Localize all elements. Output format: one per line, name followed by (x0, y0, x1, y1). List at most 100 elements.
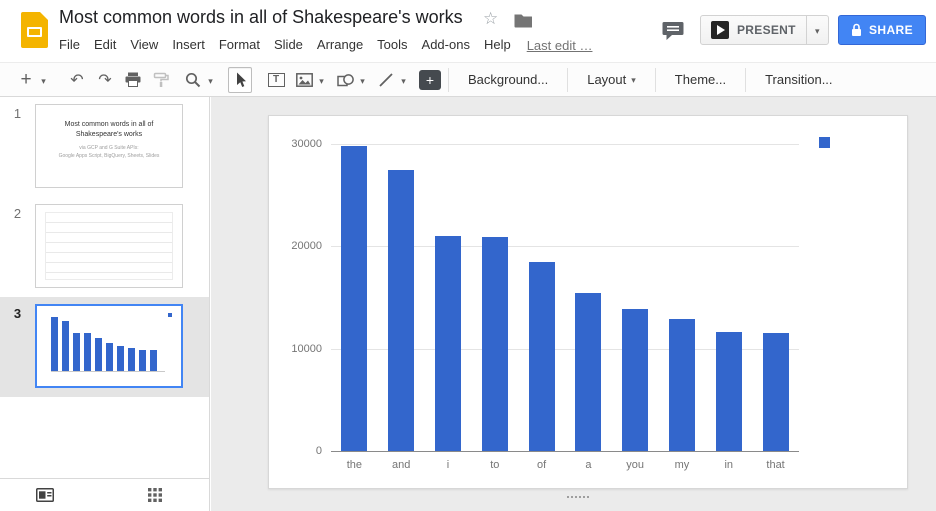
share-label: SHARE (869, 23, 913, 37)
menu-file[interactable]: File (52, 33, 87, 57)
menu-insert[interactable]: Insert (165, 33, 212, 57)
mini-bar-chart (51, 318, 175, 372)
present-button[interactable]: PRESENT (701, 16, 806, 44)
undo-button[interactable] (65, 67, 89, 93)
mini-chart-bars (51, 318, 165, 372)
paint-roller-icon (153, 72, 169, 88)
bar-in[interactable] (716, 332, 742, 451)
bar-my[interactable] (669, 319, 695, 451)
print-button[interactable] (121, 67, 145, 93)
menu-help[interactable]: Help (477, 33, 518, 57)
bar-the[interactable] (341, 146, 367, 451)
app-header: Most common words in all of Shakespeare'… (0, 0, 936, 62)
menu-edit[interactable]: Edit (87, 33, 123, 57)
share-button[interactable]: SHARE (838, 15, 926, 45)
slide-number: 1 (0, 104, 35, 197)
layout-button[interactable]: Layout (575, 67, 648, 93)
x-axis-label: that (752, 459, 799, 471)
menu-slide[interactable]: Slide (267, 33, 310, 57)
mini-table-placeholder (45, 212, 173, 280)
mini-bar (51, 317, 58, 371)
bar-column (378, 144, 425, 451)
chart-legend-swatch[interactable] (819, 137, 830, 148)
textbox-tool-button[interactable] (264, 67, 288, 93)
bar-a[interactable] (575, 293, 601, 451)
line-tool-button[interactable] (374, 67, 398, 93)
bar-and[interactable] (388, 170, 414, 451)
y-axis-tick: 20000 (274, 240, 322, 252)
lock-icon (851, 23, 862, 37)
slide-thumbnail-3[interactable] (35, 304, 183, 388)
mini-bar (128, 348, 135, 371)
document-title[interactable]: Most common words in all of Shakespeare'… (59, 7, 463, 28)
chevron-down-icon (401, 71, 406, 89)
new-slide-dropdown[interactable] (38, 67, 49, 93)
shape-tool-button[interactable] (333, 67, 357, 93)
insert-comment-button[interactable] (419, 70, 441, 90)
redo-button[interactable] (93, 67, 117, 93)
present-button-group: PRESENT (700, 15, 829, 45)
x-axis-label: of (518, 459, 565, 471)
bar-i[interactable] (435, 236, 461, 451)
current-slide[interactable]: 3000020000100000 theanditoofayoumyinthat (268, 115, 908, 489)
theme-button[interactable]: Theme... (663, 67, 738, 93)
menu-bar: FileEditViewInsertFormatSlideArrangeTool… (52, 33, 592, 57)
menu-arrange[interactable]: Arrange (310, 33, 370, 57)
menu-tools[interactable]: Tools (370, 33, 414, 57)
bar-that[interactable] (763, 333, 789, 451)
slide-thumbnail-2[interactable] (35, 204, 183, 288)
zoom-dropdown[interactable] (205, 67, 216, 93)
slide-row-3-selected[interactable]: 3 (0, 297, 209, 397)
slide-row-2[interactable]: 2 (0, 197, 209, 297)
star-icon[interactable] (483, 9, 498, 29)
bar-of[interactable] (529, 262, 555, 451)
present-dropdown-button[interactable] (806, 16, 828, 44)
menu-add-ons[interactable]: Add-ons (415, 33, 477, 57)
x-axis-label: my (659, 459, 706, 471)
y-axis-tick: 10000 (274, 343, 322, 355)
slide-row-1[interactable]: 1 Most common words in all of Shakespear… (0, 97, 209, 197)
menu-view[interactable]: View (123, 33, 165, 57)
bar-column (331, 144, 378, 451)
background-button[interactable]: Background... (456, 67, 560, 93)
bar-column (425, 144, 472, 451)
last-edit-link[interactable]: Last edit … (527, 38, 593, 53)
editor-canvas[interactable]: 3000020000100000 theanditoofayoumyinthat (211, 97, 936, 511)
shape-dropdown[interactable] (357, 67, 368, 93)
grid-view-button[interactable] (142, 482, 168, 508)
new-slide-button[interactable] (14, 67, 38, 93)
zoom-button[interactable] (181, 67, 205, 93)
bar-you[interactable] (622, 309, 648, 451)
x-axis-label: you (612, 459, 659, 471)
y-axis-tick: 30000 (274, 138, 322, 150)
toolbar: Background... Layout Theme... Transition… (0, 62, 936, 97)
comments-button[interactable] (658, 16, 688, 44)
image-dropdown[interactable] (316, 67, 327, 93)
filmstrip-view-button[interactable] (32, 482, 58, 508)
paint-format-button[interactable] (149, 67, 173, 93)
gridline (331, 451, 799, 452)
bar-to[interactable] (482, 237, 508, 451)
menu-format[interactable]: Format (212, 33, 267, 57)
canvas-scrollbar-dots[interactable] (567, 496, 569, 498)
select-tool-button[interactable] (228, 67, 252, 93)
line-dropdown[interactable] (398, 67, 409, 93)
chevron-down-icon (319, 71, 324, 89)
printer-icon (125, 72, 141, 87)
menu-bar-items: FileEditViewInsertFormatSlideArrangeTool… (52, 33, 518, 57)
magnifier-icon (185, 72, 201, 88)
slide-thumbnail-1[interactable]: Most common words in all of Shakespeare'… (35, 104, 183, 188)
transition-button[interactable]: Transition... (753, 67, 844, 93)
folder-icon[interactable] (514, 14, 532, 28)
slides-logo[interactable] (21, 12, 48, 48)
insert-image-button[interactable] (292, 67, 316, 93)
chart-plot: 3000020000100000 (331, 144, 799, 451)
mini-bar (95, 338, 102, 371)
slide-number: 2 (0, 204, 35, 297)
x-axis-label: in (705, 459, 752, 471)
slide-filmstrip: 1 Most common words in all of Shakespear… (0, 97, 210, 478)
bar-chart[interactable]: 3000020000100000 theanditoofayoumyinthat (269, 116, 907, 488)
bar-column (705, 144, 752, 451)
toolbar-separator (655, 68, 656, 92)
toolbar-separator (448, 68, 449, 92)
